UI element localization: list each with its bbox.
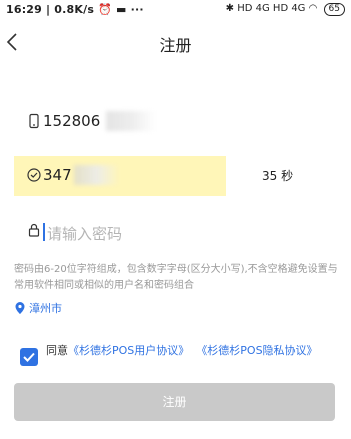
more-icon: ···: [130, 3, 144, 16]
page-title: 注册: [159, 36, 192, 55]
signal-icon: HD 4G HD 4G: [237, 3, 306, 14]
status-speed: 0.8K/s: [54, 3, 95, 16]
wifi-icon: ◠: [308, 3, 318, 14]
password-input[interactable]: [45, 222, 309, 246]
privacy-agreement-link[interactable]: 《杉德杉POS隐私协议》: [196, 344, 317, 357]
phone-redaction: [106, 111, 156, 131]
verification-code-value: 347: [43, 166, 72, 184]
message-icon: ▬: [116, 3, 127, 16]
location-pin-icon: [15, 302, 25, 314]
battery-icon: 65: [323, 3, 345, 16]
phone-icon: [26, 113, 42, 129]
location-selector[interactable]: 漳州市: [14, 300, 62, 316]
nav-bar: 注册: [0, 24, 351, 60]
phone-value: 152806: [43, 112, 101, 130]
status-time: 16:29: [6, 3, 43, 16]
phone-field[interactable]: 152806: [14, 102, 335, 142]
location-city: 漳州市: [29, 302, 62, 315]
countdown-timer[interactable]: 35 秒: [262, 167, 293, 184]
agreement-prefix: 同意: [46, 344, 68, 357]
password-hint: 密码由6-20位字符组成，包含数字字母(区分大小写),不含空格避免设置与常用软件…: [14, 264, 338, 291]
lock-icon: [26, 222, 42, 238]
checkmark-icon: [23, 352, 35, 362]
code-redaction: [74, 165, 120, 185]
bluetooth-icon: ✱: [225, 3, 235, 14]
user-agreement-link[interactable]: 《杉德杉POS用户协议》: [68, 344, 189, 357]
alarm-icon: ⏰: [98, 3, 113, 16]
verification-code-field[interactable]: 347: [14, 156, 226, 196]
status-left: 16:29 | 0.8K/s ⏰ ▬ ···: [6, 3, 144, 16]
status-right: ✱ HD 4G HD 4G ◠ 65: [226, 3, 345, 16]
status-bar: 16:29 | 0.8K/s ⏰ ▬ ··· ✱ HD 4G HD 4G ◠ 6…: [0, 0, 351, 20]
shield-check-icon: [26, 167, 42, 183]
agreement-text: 同意《杉德杉POS用户协议》 《杉德杉POS隐私协议》: [46, 342, 346, 359]
agreement-checkbox[interactable]: [20, 348, 38, 366]
register-button[interactable]: 注册: [14, 383, 335, 421]
